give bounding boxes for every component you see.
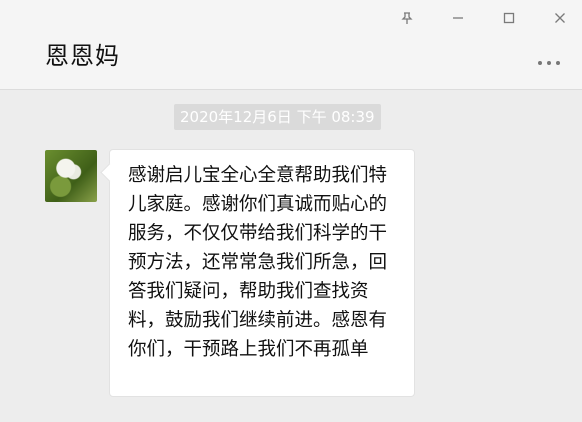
- chat-title: 恩恩妈: [45, 42, 120, 70]
- pin-icon[interactable]: [395, 6, 419, 30]
- chat-header: 恩恩妈: [0, 0, 582, 90]
- maximize-icon[interactable]: [497, 6, 521, 30]
- more-icon[interactable]: [538, 59, 568, 67]
- message-bubble[interactable]: 感谢启儿宝全心全意帮助我们特儿家庭。感谢你们真诚而贴心的服务，不仅仅带给我们科学…: [109, 149, 415, 397]
- message-text: 感谢启儿宝全心全意帮助我们特儿家庭。感谢你们真诚而贴心的服务，不仅仅带给我们科学…: [128, 165, 388, 360]
- close-icon[interactable]: [548, 6, 572, 30]
- minimize-icon[interactable]: [446, 6, 470, 30]
- timestamp-badge: 2020年12月6日 下午 08:39: [174, 104, 381, 130]
- avatar[interactable]: [45, 150, 97, 202]
